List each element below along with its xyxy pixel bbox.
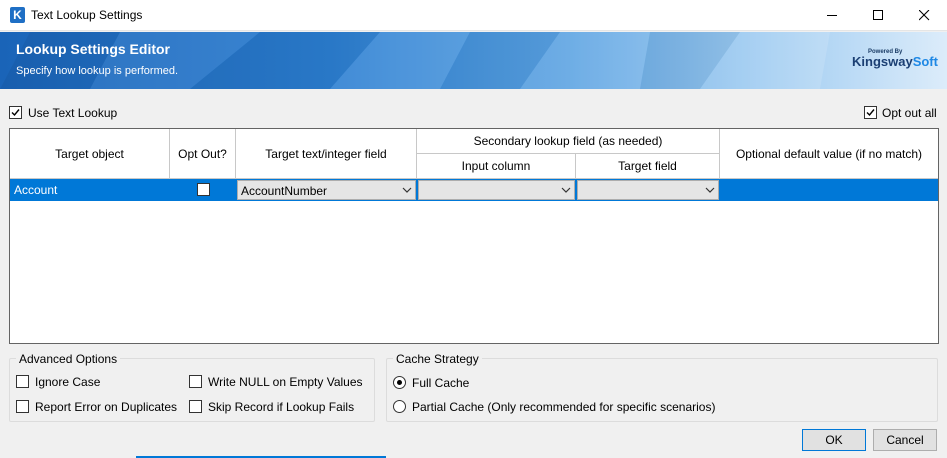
header-opt-out[interactable]: Opt Out? (170, 129, 236, 179)
secondary-target-field-dropdown[interactable] (577, 180, 719, 200)
app-icon: K (10, 7, 25, 23)
cell-target-object[interactable]: Account (14, 183, 57, 197)
header-target-field-secondary[interactable]: Target field (576, 154, 720, 179)
ok-button-label: OK (825, 433, 843, 447)
cancel-button[interactable]: Cancel (873, 429, 937, 451)
maximize-button[interactable] (855, 0, 901, 31)
chevron-down-icon (557, 181, 574, 199)
full-cache-label: Full Cache (412, 376, 470, 390)
chevron-down-icon (398, 181, 415, 199)
row-opt-out-checkbox[interactable] (197, 183, 210, 196)
input-column-dropdown[interactable] (418, 180, 575, 200)
opt-out-all-checkbox[interactable] (864, 106, 877, 119)
partial-cache-radio[interactable] (393, 400, 406, 413)
full-cache-radio[interactable] (393, 376, 406, 389)
header-target-object[interactable]: Target object (10, 129, 170, 179)
header-target-object-label: Target object (55, 146, 124, 161)
header-secondary-lookup[interactable]: Secondary lookup field (as needed) (417, 129, 720, 154)
ignore-case-checkbox[interactable] (16, 375, 29, 388)
header-target-field2-label: Target field (618, 159, 677, 173)
header-default-value-label: Optional default value (if no match) (735, 146, 923, 161)
banner-title: Lookup Settings Editor (16, 41, 170, 57)
use-text-lookup-label: Use Text Lookup (28, 106, 118, 120)
lookup-grid[interactable]: Target object Opt Out? Target text/integ… (9, 128, 939, 344)
checkmark-icon (866, 109, 875, 117)
maximize-icon (872, 10, 883, 20)
header-opt-out-label: Opt Out? (178, 146, 227, 161)
write-null-label: Write NULL on Empty Values (208, 375, 363, 389)
cache-strategy-title: Cache Strategy (393, 352, 482, 366)
skip-record-checkbox[interactable] (189, 400, 202, 413)
checkmark-icon (11, 109, 20, 117)
skip-record-label: Skip Record if Lookup Fails (208, 400, 355, 414)
write-null-checkbox[interactable] (189, 375, 202, 388)
header-input-column[interactable]: Input column (417, 154, 576, 179)
header-secondary-label: Secondary lookup field (as needed) (473, 134, 663, 148)
close-button[interactable] (901, 0, 947, 31)
target-field-dropdown[interactable]: AccountNumber (237, 180, 416, 200)
header-banner: Lookup Settings Editor Specify how looku… (0, 32, 947, 89)
header-target-field-label: Target text/integer field (265, 146, 387, 161)
report-error-label: Report Error on Duplicates (35, 400, 178, 414)
logo-text: KingswaySoft (852, 54, 938, 69)
title-bar: K Text Lookup Settings (0, 0, 947, 31)
ok-button[interactable]: OK (802, 429, 866, 451)
banner-subtitle: Specify how lookup is performed. (16, 65, 179, 77)
minimize-button[interactable] (809, 0, 855, 31)
target-field-value: AccountNumber (241, 184, 328, 198)
close-icon (918, 10, 929, 21)
minimize-icon (826, 15, 837, 16)
use-text-lookup-checkbox[interactable] (9, 106, 22, 119)
cancel-button-label: Cancel (886, 433, 924, 447)
header-input-column-label: Input column (461, 159, 531, 173)
window-title: Text Lookup Settings (31, 8, 143, 22)
advanced-options-title: Advanced Options (16, 352, 121, 366)
logo-main-text: Kingsway (852, 54, 913, 69)
header-target-field[interactable]: Target text/integer field (236, 129, 417, 179)
chevron-down-icon (701, 181, 718, 199)
report-error-checkbox[interactable] (16, 400, 29, 413)
ignore-case-label: Ignore Case (35, 375, 101, 389)
logo-accent-text: Soft (912, 54, 938, 69)
opt-out-all-label: Opt out all (882, 106, 937, 120)
header-default-value[interactable]: Optional default value (if no match) (720, 129, 938, 179)
table-row[interactable]: Account AccountNumber (10, 179, 938, 201)
partial-cache-label: Partial Cache (Only recommended for spec… (412, 400, 716, 414)
